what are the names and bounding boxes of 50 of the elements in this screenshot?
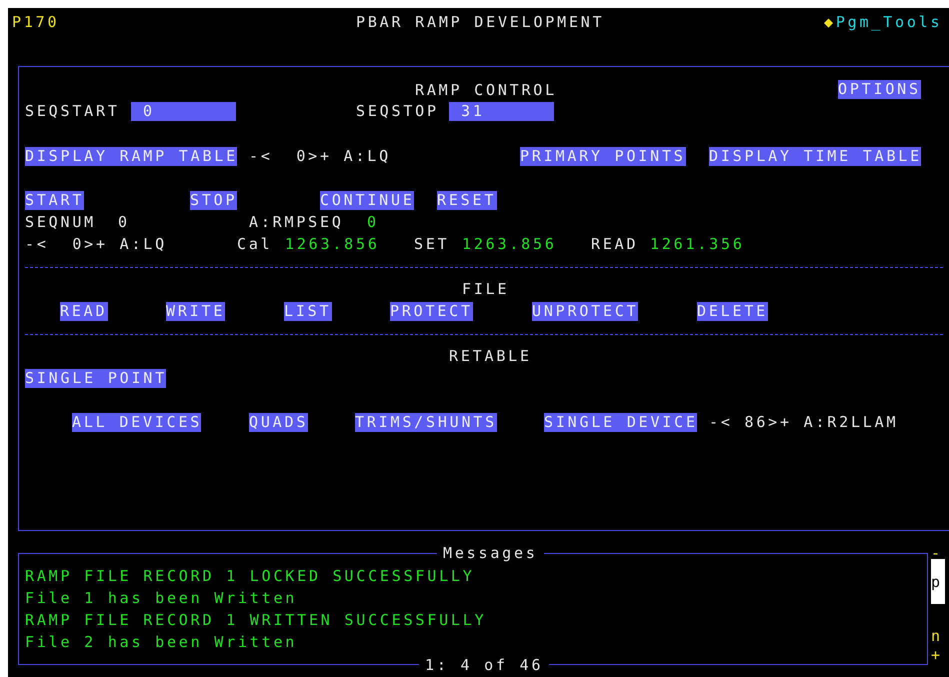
reading-value: 1261.356 <box>650 234 745 255</box>
command-button[interactable]: SINGLE POINT <box>25 368 166 388</box>
command-button[interactable]: OPTIONS <box>838 80 921 98</box>
command-button[interactable]: DELETE <box>697 302 768 320</box>
command-button[interactable]: CONTINUE <box>320 190 414 210</box>
label-text: Cal <box>237 234 272 255</box>
message-line: File 2 has been Written <box>25 632 298 653</box>
label-text: -< 86>+ A:R2LLAM <box>709 412 898 433</box>
message-line: RAMP FILE RECORD 1 LOCKED SUCCESSFULLY <box>25 566 475 587</box>
label-text: -< 0>+ A:LQ <box>249 146 391 167</box>
message-line: RAMP FILE RECORD 1 WRITTEN SUCCESSFULLY <box>25 610 486 631</box>
reading-value: 1263.856 <box>285 234 380 255</box>
command-button[interactable]: TRIMS/SHUNTS <box>355 412 497 432</box>
command-button[interactable]: DISPLAY RAMP TABLE <box>25 146 237 166</box>
label-text: SEQNUM <box>25 212 96 233</box>
scroll-up-button[interactable]: - <box>931 547 940 559</box>
command-button[interactable]: UNPROTECT <box>532 302 638 320</box>
scroll-down-button[interactable]: + <box>931 648 940 662</box>
reading-value: 0 <box>367 212 379 233</box>
next-button[interactable]: n <box>931 626 940 646</box>
section-title: RETABLE <box>449 346 532 367</box>
command-button[interactable]: QUADS <box>249 412 308 432</box>
label-text: 0 <box>118 212 130 233</box>
command-button[interactable]: START <box>25 190 84 210</box>
menu-link[interactable]: ◆Pgm_Tools <box>824 10 942 34</box>
label-text: SEQSTOP <box>356 100 439 122</box>
label-text: A:RMPSEQ <box>249 212 344 233</box>
section-title: RAMP CONTROL <box>415 80 557 101</box>
label-text: -< 0>+ A:LQ <box>25 234 167 255</box>
window-title: PBAR RAMP DEVELOPMENT <box>356 12 606 33</box>
label-text: READ <box>591 234 638 255</box>
command-button[interactable]: PRIMARY POINTS <box>520 146 686 166</box>
command-button[interactable]: ALL DEVICES <box>72 412 201 432</box>
command-button[interactable]: RESET <box>437 190 497 210</box>
input-field[interactable]: 31 <box>449 102 554 120</box>
message-line: File 1 has been Written <box>25 588 298 609</box>
page-id: P170 <box>12 12 60 33</box>
section-title: FILE <box>462 278 510 300</box>
command-button[interactable]: LIST <box>284 302 332 320</box>
command-button[interactable]: PROTECT <box>390 302 473 320</box>
label-text: SET <box>414 234 450 255</box>
label-text: SEQSTART <box>25 100 120 122</box>
command-button[interactable]: READ <box>60 302 108 320</box>
command-button[interactable]: DISPLAY TIME TABLE <box>709 146 921 166</box>
page-button[interactable]: p <box>931 559 945 604</box>
reading-value: 1263.856 <box>462 234 557 255</box>
command-button[interactable]: WRITE <box>166 302 225 320</box>
input-field[interactable]: 0 <box>131 102 236 120</box>
command-button[interactable]: SINGLE DEVICE <box>544 412 697 432</box>
command-button[interactable]: STOP <box>190 190 237 210</box>
